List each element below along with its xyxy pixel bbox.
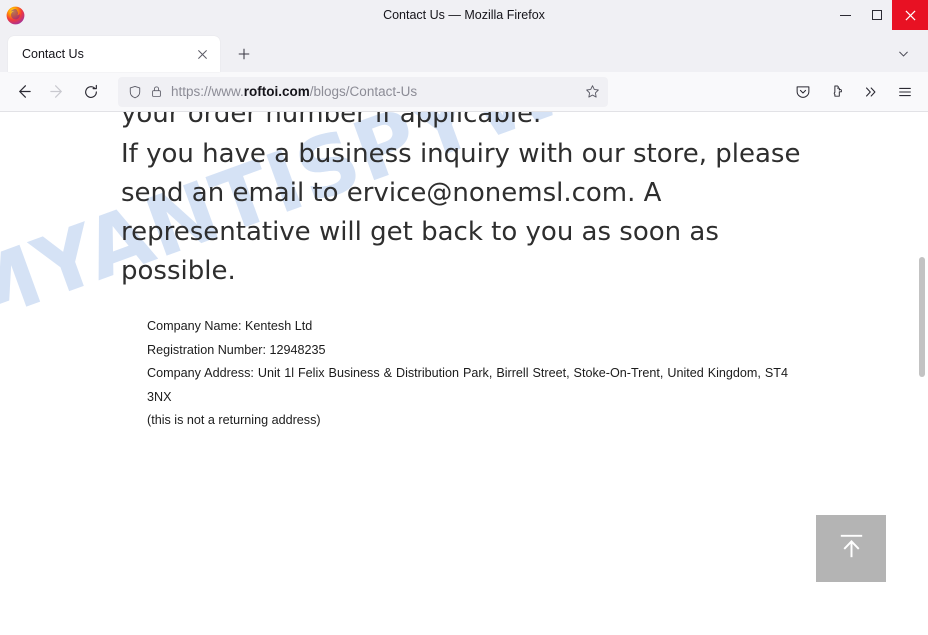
reload-button[interactable] bbox=[74, 76, 108, 108]
firefox-logo-icon bbox=[6, 6, 25, 25]
close-tab-icon[interactable] bbox=[192, 44, 212, 64]
lock-icon[interactable] bbox=[150, 85, 163, 98]
company-registration-line: Registration Number: 12948235 bbox=[147, 342, 326, 357]
new-tab-button[interactable] bbox=[230, 40, 258, 68]
bookmark-star-icon[interactable] bbox=[585, 84, 600, 99]
scrollbar-thumb[interactable] bbox=[919, 257, 925, 377]
page-content: your order number if applicable. If you … bbox=[0, 112, 928, 433]
forward-button[interactable] bbox=[40, 76, 74, 108]
maximize-button[interactable] bbox=[861, 0, 892, 30]
tab-strip: Contact Us bbox=[0, 30, 928, 72]
hamburger-menu-icon[interactable] bbox=[888, 76, 922, 108]
tab-label: Contact Us bbox=[22, 47, 84, 61]
toolbar-right-actions bbox=[786, 76, 922, 108]
window-controls bbox=[830, 0, 928, 30]
paragraph-business-inquiry: If you have a business inquiry with our … bbox=[121, 139, 801, 286]
close-window-button[interactable] bbox=[892, 0, 928, 30]
url-bar[interactable]: https://www.roftoi.com/blogs/Contact-Us bbox=[118, 76, 608, 107]
company-address-line: Company Address: Unit 1l Felix Business … bbox=[147, 366, 788, 404]
back-to-top-button[interactable] bbox=[816, 515, 886, 582]
list-all-tabs-icon[interactable] bbox=[892, 42, 914, 64]
navigation-toolbar: https://www.roftoi.com/blogs/Contact-Us bbox=[0, 72, 928, 112]
pocket-icon[interactable] bbox=[786, 76, 820, 108]
back-button[interactable] bbox=[6, 76, 40, 108]
shield-icon[interactable] bbox=[128, 85, 142, 99]
url-domain: roftoi.com bbox=[243, 84, 310, 99]
browser-window: Contact Us — Mozilla Firefox Contact Us bbox=[0, 0, 928, 635]
arrow-up-to-line-icon bbox=[835, 530, 868, 568]
overflow-menu-icon[interactable] bbox=[854, 76, 888, 108]
paragraph-order-number: your order number if applicable. bbox=[121, 112, 542, 129]
minimize-button[interactable] bbox=[830, 0, 861, 30]
title-bar: Contact Us — Mozilla Firefox bbox=[0, 0, 928, 30]
url-prefix: https://www. bbox=[171, 84, 244, 99]
company-name-line: Company Name: Kentesh Ltd bbox=[147, 319, 313, 333]
company-return-note: (this is not a returning address) bbox=[147, 413, 321, 428]
web-page: MYANTISPYWARE.COM your order number if a… bbox=[0, 112, 928, 635]
tab-contact-us[interactable]: Contact Us bbox=[8, 36, 220, 72]
url-text[interactable]: https://www.roftoi.com/blogs/Contact-Us bbox=[171, 84, 585, 99]
extensions-puzzle-icon[interactable] bbox=[820, 76, 854, 108]
page-viewport: MYANTISPYWARE.COM your order number if a… bbox=[0, 112, 928, 635]
window-title: Contact Us — Mozilla Firefox bbox=[383, 8, 545, 22]
url-path: /blogs/Contact-Us bbox=[309, 84, 418, 99]
page-scrollbar[interactable] bbox=[914, 112, 928, 635]
company-details-block: Company Name: Kentesh Ltd Registration N… bbox=[0, 315, 928, 433]
